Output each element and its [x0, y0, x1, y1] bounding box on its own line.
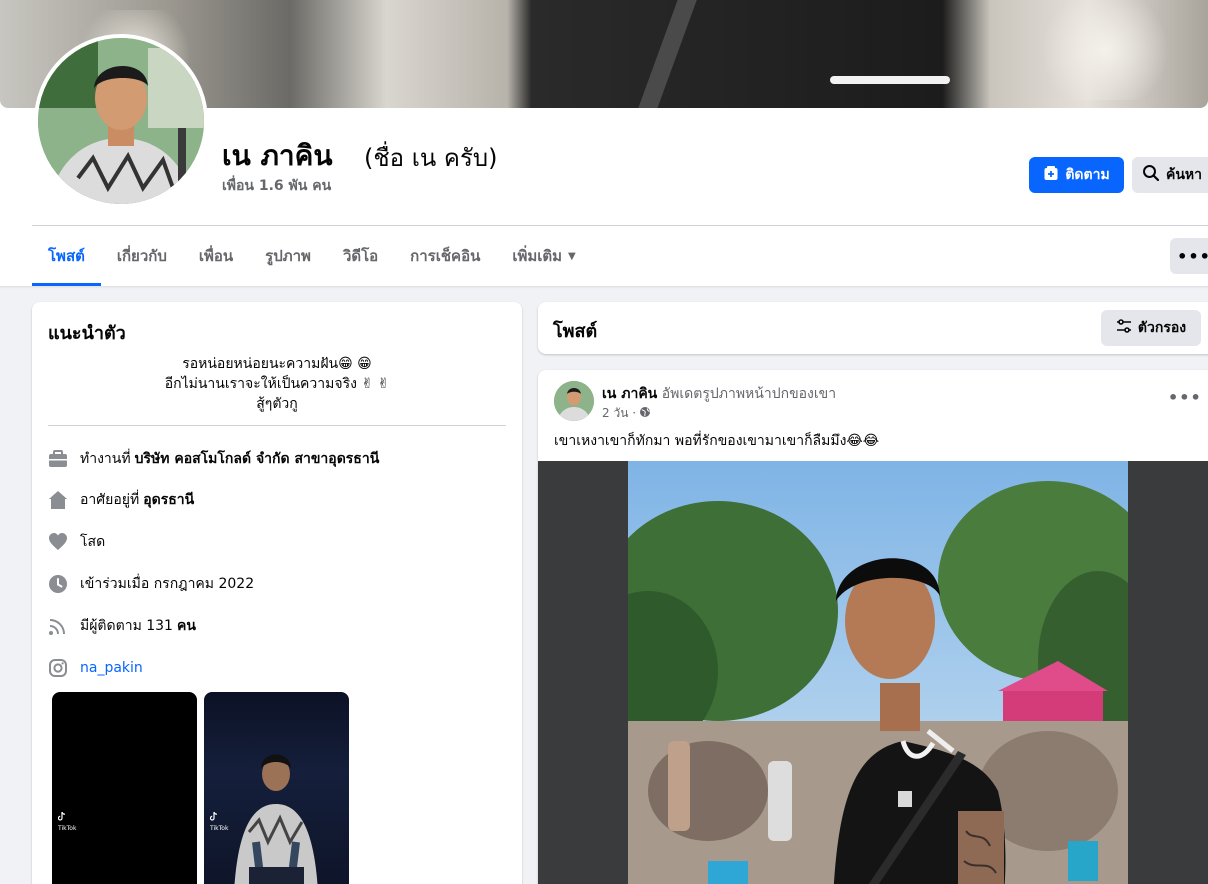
info-home: อาศัยอยู่ที่ อุดรธานี	[48, 488, 194, 512]
tiktok-label: TikTok	[210, 825, 229, 832]
live-place-link[interactable]: อุดรธานี	[143, 489, 194, 511]
tab-photos[interactable]: รูปภาพ	[249, 226, 327, 286]
tiktok-icon	[209, 811, 218, 821]
tab-label: เพิ่มเติม	[512, 247, 563, 265]
tab-checkins[interactable]: การเช็คอิน	[394, 226, 496, 286]
intro-title: แนะนำตัว	[48, 323, 126, 344]
featured-item-1[interactable]: TikTok	[52, 692, 197, 884]
post-author-line: เน ภาคิน อัพเดตรูปภาพหน้าปกของเขา	[602, 383, 836, 405]
tab-friends[interactable]: เพื่อน	[183, 226, 249, 286]
tiktok-watermark: TikTok	[57, 811, 77, 834]
tab-more[interactable]: เพิ่มเติม ▼	[496, 226, 591, 286]
follow-label: ติดตาม	[1065, 167, 1110, 183]
post-action: อัพเดตรูปภาพหน้าปกของเขา	[661, 386, 837, 402]
post-options-button[interactable]: •••	[1168, 388, 1202, 407]
info-instagram: na_pakin	[48, 656, 143, 680]
home-icon	[48, 490, 68, 510]
bio-line: รอหน่อยหน่อยนะความฝัน😁 😁	[182, 356, 372, 372]
filter-icon	[1116, 318, 1132, 338]
post-photo[interactable]	[628, 461, 1128, 884]
globe-icon	[639, 406, 651, 421]
post-text: เขาเหงาเขาก็ทักมา พอที่รักของเขามาเขาก็ล…	[554, 433, 880, 449]
tab-posts[interactable]: โพสต์	[32, 226, 101, 286]
clock-icon	[48, 574, 68, 594]
search-button[interactable]: ค้นหา	[1132, 157, 1208, 193]
cover-shirt-stripe	[830, 76, 950, 84]
search-icon	[1142, 164, 1160, 186]
follow-button[interactable]: ติดตาม	[1029, 157, 1124, 193]
tab-label: รูปภาพ	[265, 247, 311, 265]
rss-icon	[48, 616, 68, 636]
work-prefix: ทำงานที่	[80, 451, 131, 467]
tab-label: วิดีโอ	[342, 247, 379, 265]
profile-alternate-name: (ชื่อ เน ครับ)	[364, 144, 498, 172]
posts-title: โพสต์	[553, 321, 598, 342]
post-meta: 2 วัน ·	[602, 404, 651, 423]
post-author-avatar[interactable]	[554, 381, 594, 421]
cover-blur-right	[1030, 0, 1180, 100]
followers-count[interactable]: มีผู้ติดตาม 131	[80, 615, 173, 637]
tiktok-watermark: TikTok	[209, 811, 229, 834]
follow-icon	[1043, 165, 1059, 185]
tab-label: โพสต์	[48, 247, 85, 265]
tab-about[interactable]: เกี่ยวกับ	[101, 226, 183, 286]
instagram-icon	[48, 658, 68, 678]
briefcase-icon	[48, 449, 68, 469]
profile-avatar[interactable]	[34, 34, 208, 208]
info-joined: เข้าร่วมเมื่อ กรกฎาคม 2022	[48, 572, 254, 596]
joined-date: เข้าร่วมเมื่อ กรกฎาคม 2022	[80, 576, 255, 592]
tab-label: การเช็คอิน	[410, 247, 481, 265]
bio: รอหน่อยหน่อยนะความฝัน😁 😁 อีกไม่นานเราจะใ…	[48, 354, 506, 414]
info-work: ทำงานที่ บริษัท คอสโมโกลด์ จำกัด สาขาอุด…	[48, 447, 379, 471]
post-card: เน ภาคิน อัพเดตรูปภาพหน้าปกของเขา 2 วัน …	[538, 370, 1208, 884]
post-author-name[interactable]: เน ภาคิน	[602, 386, 657, 402]
profile-more-button[interactable]: •••	[1170, 238, 1208, 274]
followers-suffix: คน	[176, 618, 196, 634]
bio-line: สู้ๆตัวกู	[256, 396, 298, 412]
tab-label: เพื่อน	[198, 247, 234, 265]
friends-count[interactable]: เพื่อน 1.6 พัน คน	[222, 175, 331, 197]
info-followers: มีผู้ติดตาม 131 คน	[48, 614, 196, 638]
bio-line: อีกไม่นานเราจะให้เป็นความจริง ✌ ✌	[164, 376, 390, 392]
filter-button[interactable]: ตัวกรอง	[1101, 310, 1201, 346]
intro-card: แนะนำตัว รอหน่อยหน่อยนะความฝัน😁 😁 อีกไม่…	[32, 302, 522, 884]
posts-header-card: โพสต์ ตัวกรอง	[538, 302, 1208, 354]
tab-label: เกี่ยวกับ	[116, 247, 167, 265]
bio-divider	[48, 425, 506, 426]
tiktok-label: TikTok	[58, 825, 77, 832]
caret-down-icon: ▼	[568, 250, 576, 262]
live-prefix: อาศัยอยู่ที่	[80, 492, 140, 508]
tiktok-icon	[57, 811, 66, 821]
cover-bag-strap	[636, 0, 702, 108]
featured-item-2[interactable]: TikTok	[204, 692, 349, 884]
profile-name: เน ภาคิน	[222, 139, 333, 172]
relationship-status: โสด	[80, 534, 106, 550]
info-relationship: โสด	[48, 530, 105, 554]
post-time[interactable]: 2 วัน ·	[602, 404, 636, 423]
profile-tabs: โพสต์ เกี่ยวกับ เพื่อน รูปภาพ วิดีโอ การ…	[32, 226, 592, 286]
work-place-link[interactable]: บริษัท คอสโมโกลด์ จำกัด สาขาอุดรธานี	[135, 448, 380, 470]
search-label: ค้นหา	[1166, 167, 1203, 183]
tab-videos[interactable]: วิดีโอ	[327, 226, 394, 286]
heart-icon	[48, 532, 68, 552]
post-photo-container	[538, 461, 1208, 884]
instagram-link[interactable]: na_pakin	[80, 660, 143, 676]
filter-label: ตัวกรอง	[1137, 320, 1187, 336]
